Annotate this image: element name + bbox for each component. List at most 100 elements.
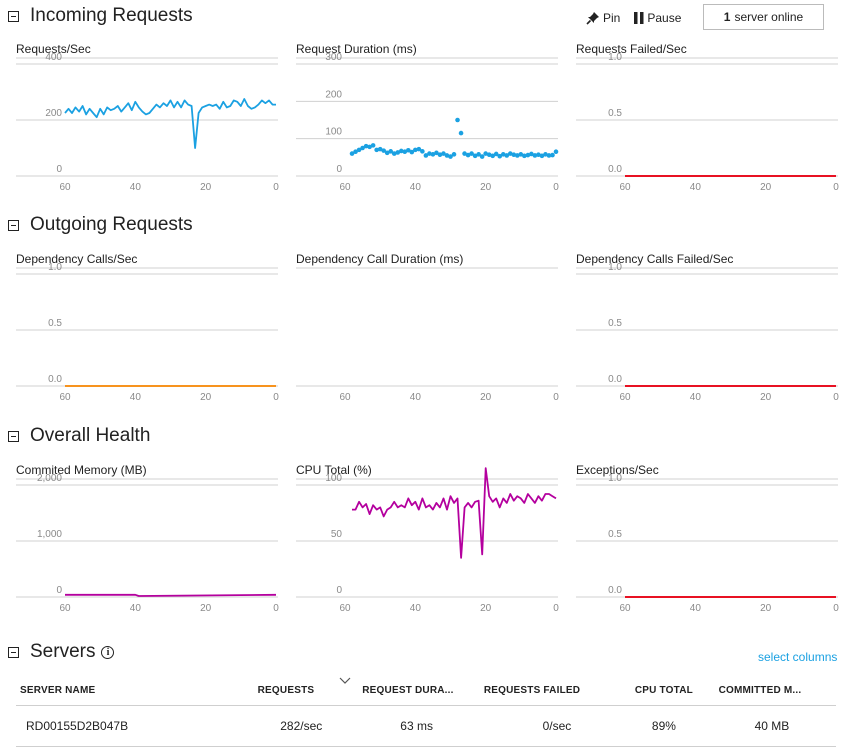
chart-cpu-total: CPU Total (%) 100 50 0 60 40 20 0 [296,463,559,614]
data-point [458,130,464,136]
x-tick-label: 60 [59,603,71,614]
servers-table: SERVER NAME REQUESTS REQUEST DURA... REQ… [16,676,836,747]
section-servers: Servers i [0,637,115,667]
y-tick-label: 1.0 [608,262,622,273]
y-tick-label: 100 [325,473,342,484]
section-title: Overall Health [30,425,151,446]
x-tick-label: 40 [410,392,422,403]
series-line [64,98,276,149]
x-tick-label: 20 [480,603,492,614]
section-overall-health: Overall Health [0,421,150,451]
x-tick-label: 40 [130,603,142,614]
x-tick-label: 60 [59,392,71,403]
y-tick-label: 1.0 [608,473,622,484]
x-tick-label: 40 [130,392,142,403]
y-tick-label: 0.5 [48,318,62,329]
column-header-request-duration[interactable]: REQUEST DURA... [358,676,480,706]
chart-requests-per-sec: Requests/Sec 400 200 0 60 40 20 0 [16,42,279,193]
x-tick-label: 0 [833,182,839,193]
x-tick-label: 0 [553,603,559,614]
x-tick-label: 0 [273,603,279,614]
series-line [65,593,277,597]
column-header-cpu-total[interactable]: CPU TOTAL [613,676,715,706]
x-tick-label: 20 [200,603,212,614]
x-tick-label: 40 [130,182,142,193]
x-tick-label: 60 [339,182,351,193]
x-tick-label: 0 [553,182,559,193]
x-tick-label: 20 [480,182,492,193]
chart-plot: 100 50 0 60 40 20 0 [296,467,559,614]
x-tick-label: 20 [760,603,772,614]
column-header-requests-failed[interactable]: REQUESTS FAILED [479,676,614,706]
x-tick-label: 40 [690,392,702,403]
column-header-committed-memory[interactable]: COMMITTED M... [714,676,836,706]
column-header-requests[interactable]: REQUESTS [253,676,359,706]
pause-icon [634,12,644,24]
y-tick-label: 0.0 [608,164,622,175]
x-tick-label: 20 [760,182,772,193]
cell-server-name: RD00155D2B047B [16,705,254,747]
chart-dependency-duration: Dependency Call Duration (ms) 60 40 20 0 [296,252,559,403]
data-point [479,154,485,159]
data-point [451,152,457,157]
data-point [553,149,559,155]
chart-plot: 1.0 0.5 0.0 60 40 20 0 [576,262,839,403]
y-tick-label: 200 [45,108,62,119]
cell-committed-memory: 40 MB [714,705,836,747]
y-tick-label: 50 [331,529,343,540]
chart-plot: 400200060 40 20 0 [16,52,279,193]
x-tick-label: 20 [200,182,212,193]
section-title: Servers [30,641,96,662]
x-tick-label: 40 [410,603,422,614]
collapse-health-icon[interactable] [8,430,19,442]
y-tick-label: 1,000 [37,529,62,540]
x-tick-label: 0 [273,392,279,403]
y-tick-label: 0 [56,164,62,175]
select-columns-link[interactable]: select columns [758,650,837,664]
y-tick-label: 0.5 [608,529,622,540]
data-point [550,152,555,158]
x-tick-label: 40 [410,182,422,193]
y-tick-label: 200 [325,89,342,100]
data-point [455,117,460,123]
pause-button[interactable]: Pause [634,11,681,25]
y-tick-label: 0 [56,585,62,596]
y-tick-label: 0.0 [608,374,622,385]
x-tick-label: 0 [553,392,559,403]
chart-plot: 60 40 20 0 [296,267,559,403]
x-tick-label: 60 [59,182,71,193]
column-header-server-name[interactable]: SERVER NAME [16,676,254,706]
x-tick-label: 20 [200,392,212,403]
data-point [370,143,376,148]
chart-plot: 1.0 0.5 0.0 60 40 20 0 [576,473,839,614]
series-line [352,467,557,559]
cell-requests: 282/sec [253,705,359,747]
cell-request-duration: 63 ms [358,705,480,747]
chart-requests-failed: Requests Failed/Sec 1.0 0.5 0.0 60 40 20 0 [576,42,839,193]
y-tick-label: 100 [325,127,342,138]
toolbar: Pin Pause [586,4,695,32]
pin-button[interactable]: Pin [586,11,620,25]
pause-label: Pause [647,11,682,25]
collapse-outgoing-icon[interactable] [8,219,19,231]
section-incoming-requests: Incoming Requests [0,1,193,31]
y-tick-label: 300 [325,52,342,63]
y-tick-label: 0.5 [608,318,622,329]
servers-online-badge[interactable]: 1 server online [703,4,824,30]
x-tick-label: 40 [690,182,702,193]
collapse-servers-icon[interactable] [8,646,19,658]
chart-committed-memory: Commited Memory (MB) 2,000 1,000 0 60 40 20 0 [16,463,279,614]
x-tick-label: 40 [690,603,702,614]
y-tick-label: 0 [336,585,342,596]
info-icon[interactable]: i [101,645,115,659]
x-tick-label: 20 [760,392,772,403]
data-point [420,149,425,154]
collapse-incoming-icon[interactable] [8,10,19,22]
x-tick-label: 0 [833,603,839,614]
y-tick-label: 0 [336,164,342,175]
section-title: Incoming Requests [30,5,193,26]
x-tick-label: 0 [273,182,279,193]
table-row[interactable]: RD00155D2B047B 282/sec 63 ms 0/sec 89% 4… [16,705,836,747]
x-tick-label: 60 [339,392,351,403]
y-tick-label: 2,000 [37,473,62,484]
